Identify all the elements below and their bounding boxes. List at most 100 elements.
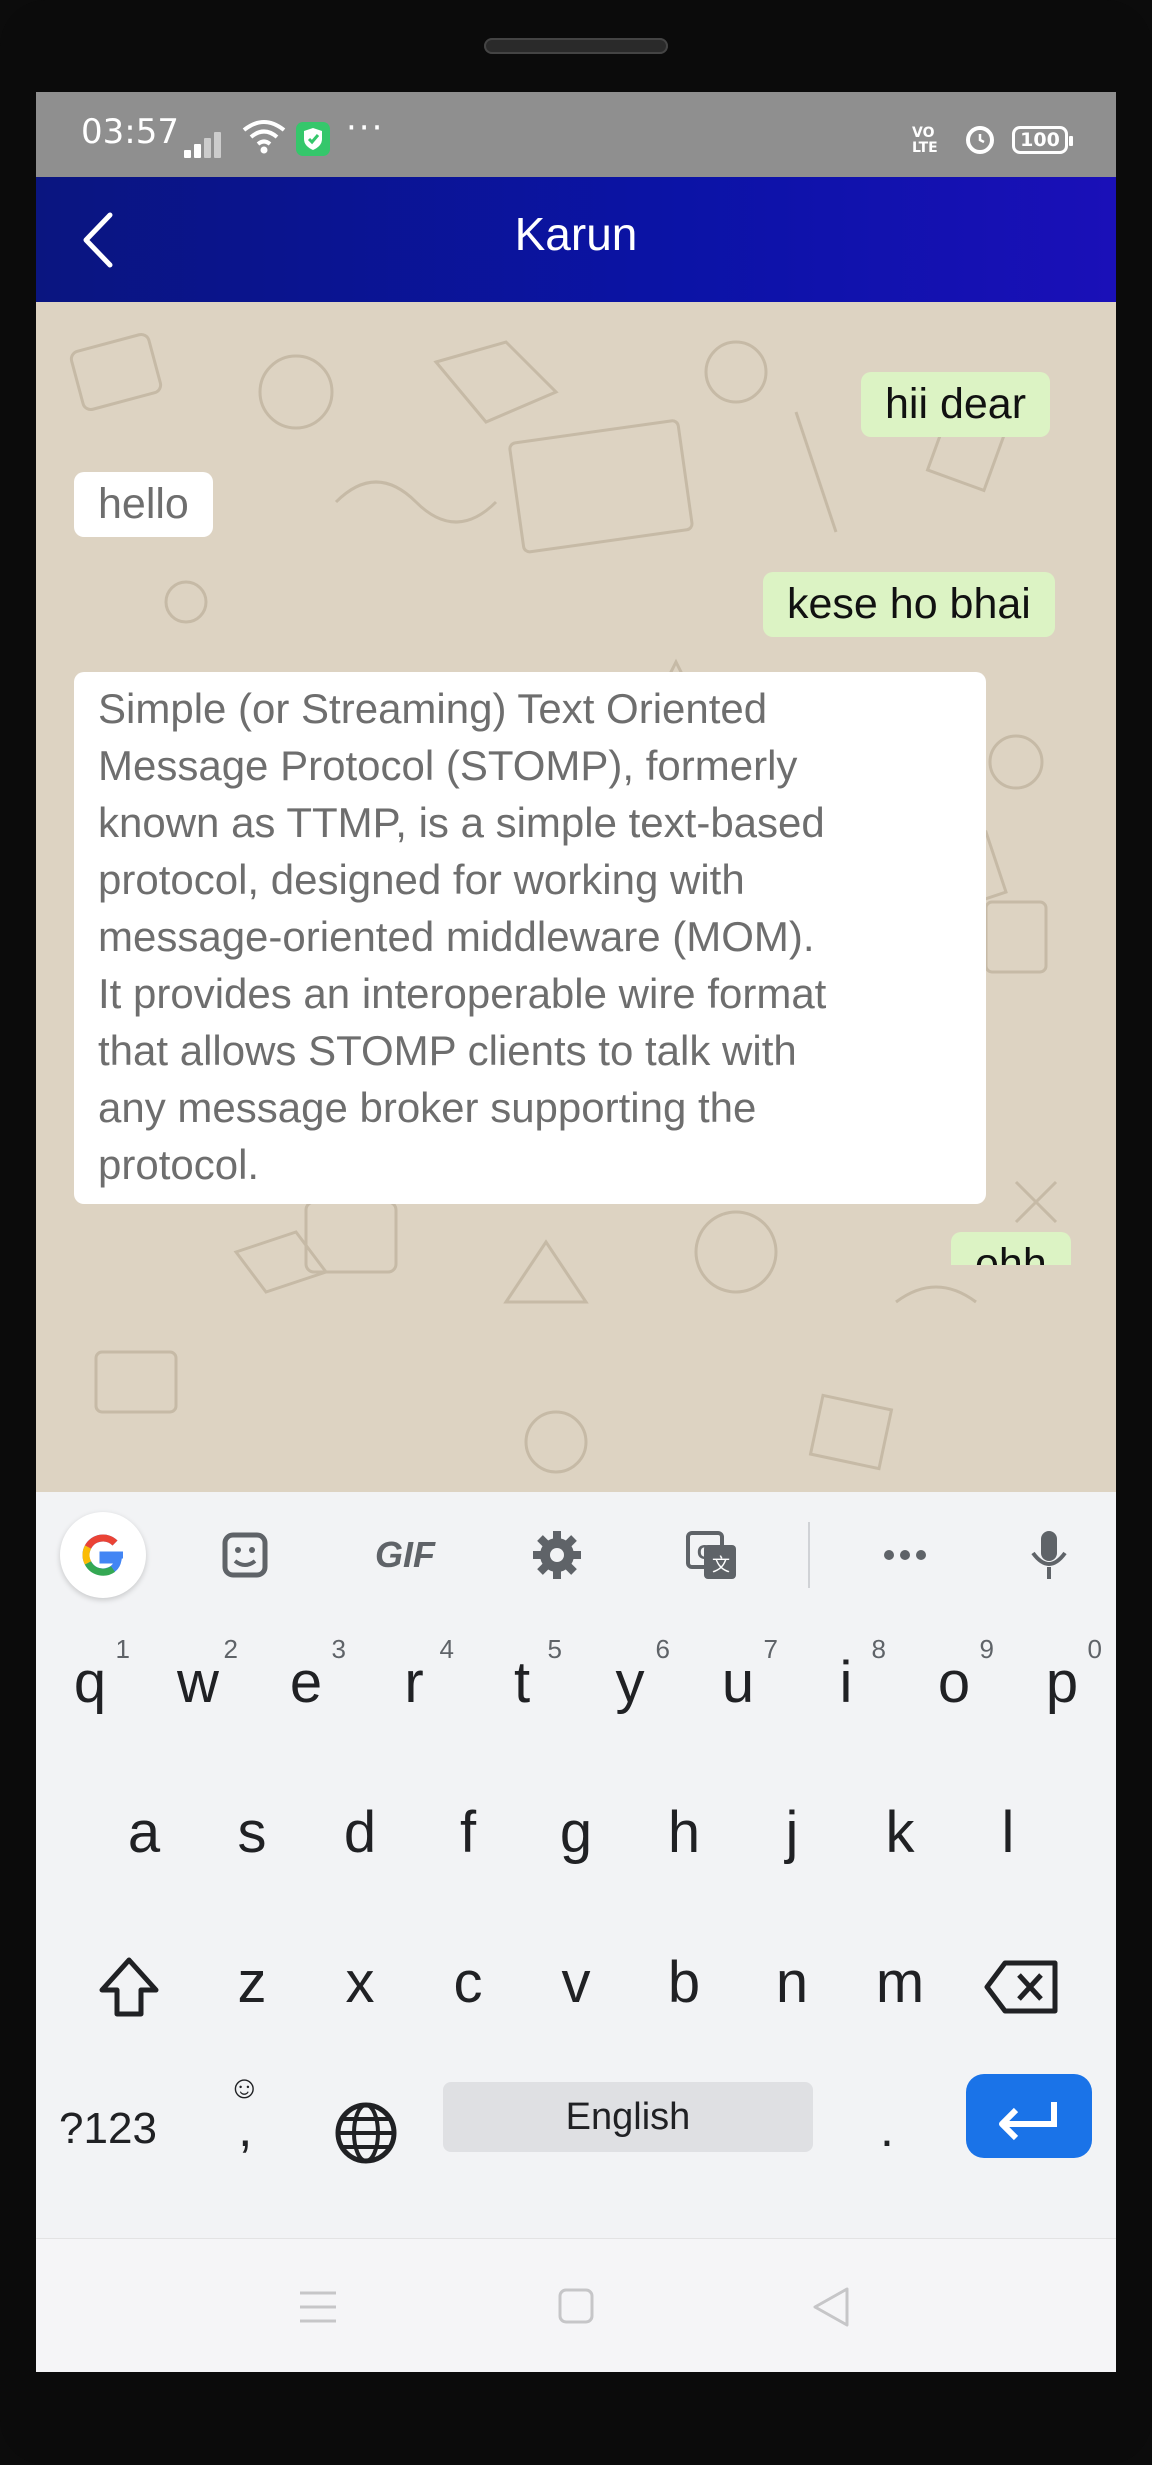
- home-icon[interactable]: [557, 2287, 595, 2325]
- key-y[interactable]: 6y: [576, 1618, 684, 1748]
- svg-text:文: 文: [712, 1555, 730, 1575]
- key-label: u: [721, 1650, 755, 1715]
- battery-icon: 100: [1012, 126, 1073, 154]
- shift-icon: [99, 1957, 159, 2017]
- key-s[interactable]: s: [198, 1768, 306, 1898]
- screen: 03:57 ··· VO LTE 100 Karun hii dear hell…: [36, 92, 1116, 2372]
- more-notifications-icon: ···: [346, 108, 385, 148]
- key-hint: 3: [331, 1634, 346, 1664]
- key-g[interactable]: g: [522, 1768, 630, 1898]
- key-x[interactable]: x: [306, 1918, 414, 2048]
- message-line: that allows STOMP clients to talk with: [98, 1027, 797, 1074]
- key-k[interactable]: k: [846, 1768, 954, 1898]
- message-bubble-sent[interactable]: hii dear: [861, 372, 1051, 437]
- space-bar[interactable]: English: [443, 2082, 813, 2152]
- alarm-icon: [966, 126, 994, 154]
- key-f[interactable]: f: [414, 1768, 522, 1898]
- key-u[interactable]: 7u: [684, 1618, 792, 1748]
- key-label: q: [73, 1650, 107, 1715]
- key-label: y: [615, 1650, 645, 1715]
- globe-icon: [335, 2102, 397, 2164]
- message-line: message-oriented middleware (MOM).: [98, 913, 815, 960]
- translate-icon[interactable]: G文: [669, 1512, 755, 1598]
- earpiece-speaker: [484, 38, 668, 54]
- more-options-icon[interactable]: [862, 1512, 948, 1598]
- key-label: t: [513, 1650, 531, 1715]
- message-line: known as TTMP, is a simple text-based: [98, 799, 825, 846]
- key-hint: 0: [1087, 1634, 1102, 1664]
- message-line: It provides an interoperable wire format: [98, 970, 827, 1017]
- emoji-comma-key[interactable]: ☺ ,: [198, 2064, 294, 2194]
- status-time: 03:57: [81, 112, 179, 152]
- contact-name: Karun: [514, 208, 638, 260]
- keyboard-toolbar: GIF G文: [36, 1492, 1116, 1618]
- key-w[interactable]: 2w: [144, 1618, 252, 1748]
- keyboard: 1q 2w 3e 4r 5t 6y 7u 8i 9o 0p a s d f g …: [36, 1618, 1116, 2238]
- back-icon[interactable]: [811, 2285, 851, 2329]
- key-hint: 9: [979, 1634, 994, 1664]
- message-line: protocol.: [98, 1141, 260, 1188]
- key-hint: 2: [223, 1634, 238, 1664]
- chat-area[interactable]: hii dear hello kese ho bhai Simple (or S…: [36, 302, 1116, 1492]
- message-bubble-sent[interactable]: kese ho bhai: [763, 572, 1055, 637]
- key-b[interactable]: b: [630, 1918, 738, 2048]
- message-line: any message broker supporting the: [98, 1084, 757, 1131]
- key-t[interactable]: 5t: [468, 1618, 576, 1748]
- key-label: p: [1045, 1650, 1079, 1715]
- backspace-key[interactable]: [960, 1918, 1086, 2048]
- key-hint: 4: [439, 1634, 454, 1664]
- key-hint: 8: [871, 1634, 886, 1664]
- wifi-icon: [242, 120, 286, 154]
- period-key[interactable]: .: [842, 2064, 932, 2194]
- partial-message-clip: ohh: [951, 1232, 1091, 1265]
- phone-frame: 03:57 ··· VO LTE 100 Karun hii dear hell…: [0, 0, 1152, 2465]
- key-hint: 7: [763, 1634, 778, 1664]
- enter-icon: [999, 2102, 1057, 2141]
- enter-key[interactable]: [966, 2074, 1092, 2158]
- key-j[interactable]: j: [738, 1768, 846, 1898]
- key-i[interactable]: 8i: [792, 1618, 900, 1748]
- chat-header: Karun: [36, 177, 1116, 302]
- key-hint: 1: [115, 1634, 130, 1664]
- message-bubble-sent[interactable]: ohh: [951, 1232, 1071, 1265]
- key-m[interactable]: m: [846, 1918, 954, 2048]
- key-label: i: [839, 1650, 853, 1715]
- microphone-icon[interactable]: [1006, 1512, 1092, 1598]
- shift-key[interactable]: [66, 1918, 192, 2048]
- message-line: Simple (or Streaming) Text Oriented: [98, 685, 768, 732]
- language-key[interactable]: [316, 2064, 416, 2194]
- key-o[interactable]: 9o: [900, 1618, 1008, 1748]
- key-n[interactable]: n: [738, 1918, 846, 2048]
- google-icon[interactable]: [60, 1512, 146, 1598]
- key-q[interactable]: 1q: [36, 1618, 144, 1748]
- key-p[interactable]: 0p: [1008, 1618, 1116, 1748]
- status-bar: 03:57 ··· VO LTE 100: [36, 92, 1116, 177]
- volte-icon: VO LTE: [912, 125, 938, 156]
- sticker-icon[interactable]: [202, 1512, 288, 1598]
- svg-text:G: G: [697, 1542, 713, 1564]
- gear-icon[interactable]: [514, 1512, 600, 1598]
- key-v[interactable]: v: [522, 1918, 630, 2048]
- key-r[interactable]: 4r: [360, 1618, 468, 1748]
- message-line: Message Protocol (STOMP), formerly: [98, 742, 798, 789]
- message-bubble-received[interactable]: hello: [74, 472, 213, 537]
- key-h[interactable]: h: [630, 1768, 738, 1898]
- toolbar-divider: [808, 1522, 810, 1588]
- message-bubble-received[interactable]: Simple (or Streaming) Text Oriented Mess…: [74, 672, 986, 1204]
- key-label: o: [937, 1650, 971, 1715]
- key-label: r: [404, 1650, 424, 1715]
- signal-icon: [184, 132, 224, 158]
- gif-button[interactable]: GIF: [355, 1512, 455, 1598]
- key-a[interactable]: a: [90, 1768, 198, 1898]
- key-c[interactable]: c: [414, 1918, 522, 2048]
- symbols-key[interactable]: ?123: [48, 2064, 168, 2194]
- key-l[interactable]: l: [954, 1768, 1062, 1898]
- key-e[interactable]: 3e: [252, 1618, 360, 1748]
- menu-icon[interactable]: [298, 2289, 338, 2325]
- key-hint: 5: [547, 1634, 562, 1664]
- shield-icon: [296, 122, 330, 156]
- key-label: w: [177, 1650, 219, 1715]
- key-label: e: [289, 1650, 323, 1715]
- key-d[interactable]: d: [306, 1768, 414, 1898]
- key-hint: 6: [655, 1634, 670, 1664]
